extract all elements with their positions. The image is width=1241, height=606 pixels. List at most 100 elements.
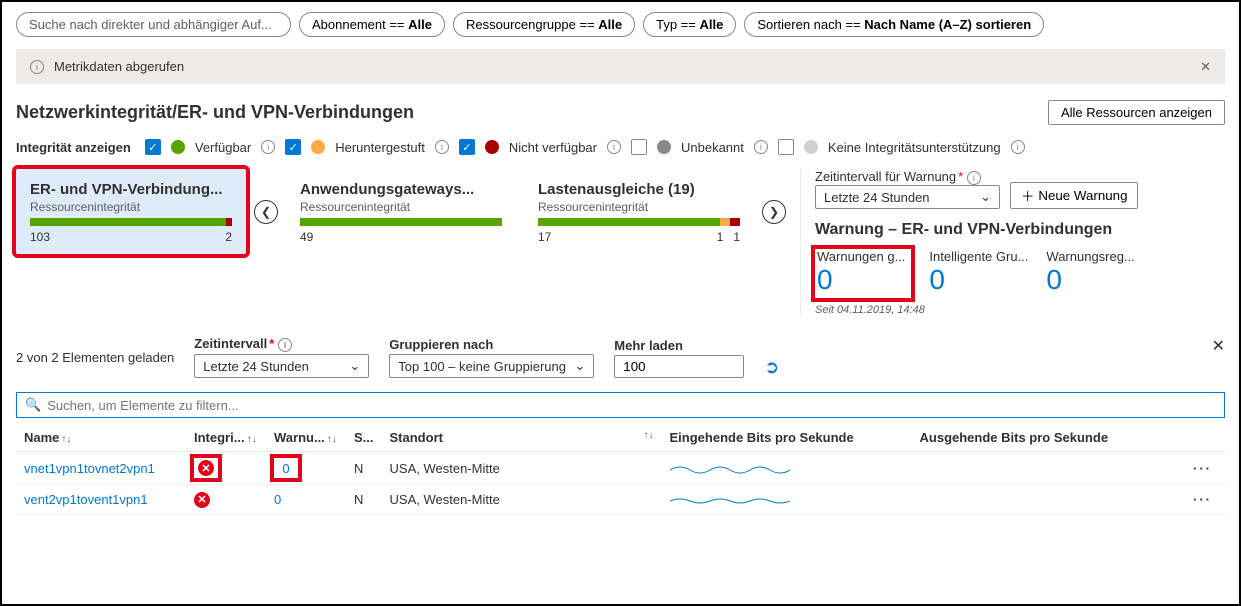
filter-resource-group[interactable]: Ressourcengruppe == Alle <box>453 12 635 37</box>
status-dot-gray <box>657 140 671 154</box>
card-er-vpn[interactable]: ER- und VPN-Verbindung... Ressourceninte… <box>16 169 246 254</box>
health-opt: Verfügbar <box>195 140 251 155</box>
col-in[interactable]: Eingehende Bits pro Sekunde <box>662 424 912 452</box>
search-icon: 🔍 <box>25 397 41 413</box>
col-s[interactable]: S... <box>346 424 382 452</box>
filter-sort[interactable]: Sortieren nach == Nach Name (A–Z) sortie… <box>744 12 1044 37</box>
count-right: 1 1 <box>717 230 740 244</box>
row-menu-icon[interactable]: ··· <box>1193 461 1212 476</box>
group-by-select[interactable]: Top 100 – keine Gruppierung ⌄ <box>389 354 594 378</box>
filter-value: Nach Name (A–Z) sortieren <box>864 17 1031 32</box>
close-icon[interactable]: ✕ <box>1200 59 1211 75</box>
count-left: 49 <box>300 230 313 244</box>
col-name[interactable]: Name↑↓ <box>16 424 186 452</box>
info-bar: i Metrikdaten abgerufen ✕ <box>16 49 1225 84</box>
close-icon[interactable]: ✕ <box>1212 336 1225 356</box>
error-icon: ✕ <box>198 460 214 476</box>
col-out[interactable]: Ausgehende Bits pro Sekunde <box>912 424 1185 452</box>
row-s: N <box>346 452 382 485</box>
select-value: Letzte 24 Stunden <box>824 190 930 205</box>
checkbox-unknown[interactable]: ✓ <box>631 139 647 155</box>
alert-col-title: Warnungsreg... <box>1046 249 1134 264</box>
filter-label: Sortieren nach == <box>757 17 864 32</box>
row-alerts-link[interactable]: 0 <box>282 461 289 476</box>
page-title: Netzwerkintegrität/ER- und VPN-Verbindun… <box>16 102 414 123</box>
time-range-select[interactable]: Letzte 24 Stunden⌄ <box>194 354 369 378</box>
alerts-since: Seit 04.11.2019, 14:48 <box>815 304 1225 316</box>
sparkline-in <box>670 491 790 505</box>
alert-col-total[interactable]: Warnungen g...0 <box>815 249 911 298</box>
checkbox-degraded[interactable]: ✓ <box>285 139 301 155</box>
checkbox-available[interactable]: ✓ <box>145 139 161 155</box>
info-icon[interactable]: i <box>607 140 621 154</box>
health-bar <box>538 218 740 226</box>
alert-col-smart[interactable]: Intelligente Gru...0 <box>929 249 1028 298</box>
results-table: Name↑↓ Integri...↑↓ Warnu...↑↓ S... Stan… <box>16 424 1225 515</box>
info-bar-text: Metrikdaten abgerufen <box>54 59 184 74</box>
card-subtitle: Ressourcenintegrität <box>538 200 740 214</box>
count-left: 103 <box>30 230 50 244</box>
loaded-count: 2 von 2 Elementen geladen <box>16 350 174 365</box>
select-value: Letzte 24 Stunden <box>203 359 309 374</box>
card-appgw[interactable]: Anwendungsgateways... Ressourcenintegrit… <box>286 169 516 254</box>
info-icon[interactable]: i <box>261 140 275 154</box>
row-alerts-link[interactable]: 0 <box>274 492 281 507</box>
prev-arrow[interactable]: ❮ <box>254 200 278 224</box>
alert-range-label: Zeitintervall für Warnung <box>815 169 956 184</box>
col-health[interactable]: Integri...↑↓ <box>186 424 266 452</box>
info-icon[interactable]: i <box>754 140 768 154</box>
col-alerts[interactable]: Warnu...↑↓ <box>266 424 346 452</box>
next-arrow[interactable]: ❯ <box>762 200 786 224</box>
alert-col-rules[interactable]: Warnungsreg...0 <box>1046 249 1134 298</box>
alert-col-value: 0 <box>817 264 905 296</box>
search-pill[interactable]: Suche nach direkter und abhängiger Auf..… <box>16 12 291 37</box>
status-dot-green <box>171 140 185 154</box>
row-location: USA, Westen-Mitte <box>382 485 662 515</box>
filter-value: Alle <box>408 17 432 32</box>
table-search-input[interactable] <box>47 398 1216 413</box>
view-all-resources-button[interactable]: Alle Ressourcen anzeigen <box>1048 100 1225 125</box>
filter-value: Alle <box>699 17 723 32</box>
button-label: Neue Warnung <box>1038 188 1127 203</box>
filter-type[interactable]: Typ == Alle <box>643 12 736 37</box>
row-name-link[interactable]: vent2vp1tovent1vpn1 <box>24 492 148 507</box>
select-value: Top 100 – keine Gruppierung <box>398 359 566 374</box>
filter-subscription[interactable]: Abonnement == Alle <box>299 12 445 37</box>
filter-value: Alle <box>598 17 622 32</box>
card-subtitle: Ressourcenintegrität <box>300 200 502 214</box>
status-dot-red <box>485 140 499 154</box>
card-title: ER- und VPN-Verbindung... <box>30 181 232 198</box>
row-location: USA, Westen-Mitte <box>382 452 662 485</box>
go-arrow-icon[interactable]: ➲ <box>764 357 779 378</box>
filter-label: Zeitintervall <box>194 336 267 351</box>
info-icon[interactable]: i <box>278 338 292 352</box>
col-location[interactable]: Standort↑↓ <box>382 424 662 452</box>
new-alert-button[interactable]: ＋ Neue Warnung <box>1010 182 1138 209</box>
card-title: Lastenausgleiche (19) <box>538 181 740 198</box>
checkbox-unavailable[interactable]: ✓ <box>459 139 475 155</box>
health-opt: Keine Integritätsunterstützung <box>828 140 1001 155</box>
alert-range-select[interactable]: Letzte 24 Stunden⌄ <box>815 185 1000 209</box>
alert-col-title: Intelligente Gru... <box>929 249 1028 264</box>
info-icon[interactable]: i <box>967 171 981 185</box>
checkbox-unsupported[interactable]: ✓ <box>778 139 794 155</box>
table-search[interactable]: 🔍 <box>16 392 1225 418</box>
plus-icon: ＋ <box>1021 186 1034 205</box>
filter-label: Abonnement == <box>312 17 408 32</box>
row-name-link[interactable]: vnet1vpn1tovnet2vpn1 <box>24 461 155 476</box>
row-menu-icon[interactable]: ··· <box>1193 492 1212 507</box>
health-opt: Unbekannt <box>681 140 744 155</box>
info-icon[interactable]: i <box>1011 140 1025 154</box>
card-lb[interactable]: Lastenausgleiche (19) Ressourcenintegrit… <box>524 169 754 254</box>
table-row[interactable]: vent2vp1tovent1vpn1 ✕ 0 N USA, Westen-Mi… <box>16 485 1225 515</box>
sparkline-in <box>670 460 790 474</box>
chevron-down-icon: ⌄ <box>574 358 585 374</box>
card-subtitle: Ressourcenintegrität <box>30 200 232 214</box>
table-row[interactable]: vnet1vpn1tovnet2vpn1 ✕ 0 N USA, Westen-M… <box>16 452 1225 485</box>
alert-col-value: 0 <box>929 264 1028 296</box>
load-more-input[interactable] <box>614 355 744 378</box>
status-dot-lgray <box>804 140 818 154</box>
health-bar <box>300 218 502 226</box>
info-icon[interactable]: i <box>435 140 449 154</box>
filter-label: Gruppieren nach <box>389 337 594 352</box>
